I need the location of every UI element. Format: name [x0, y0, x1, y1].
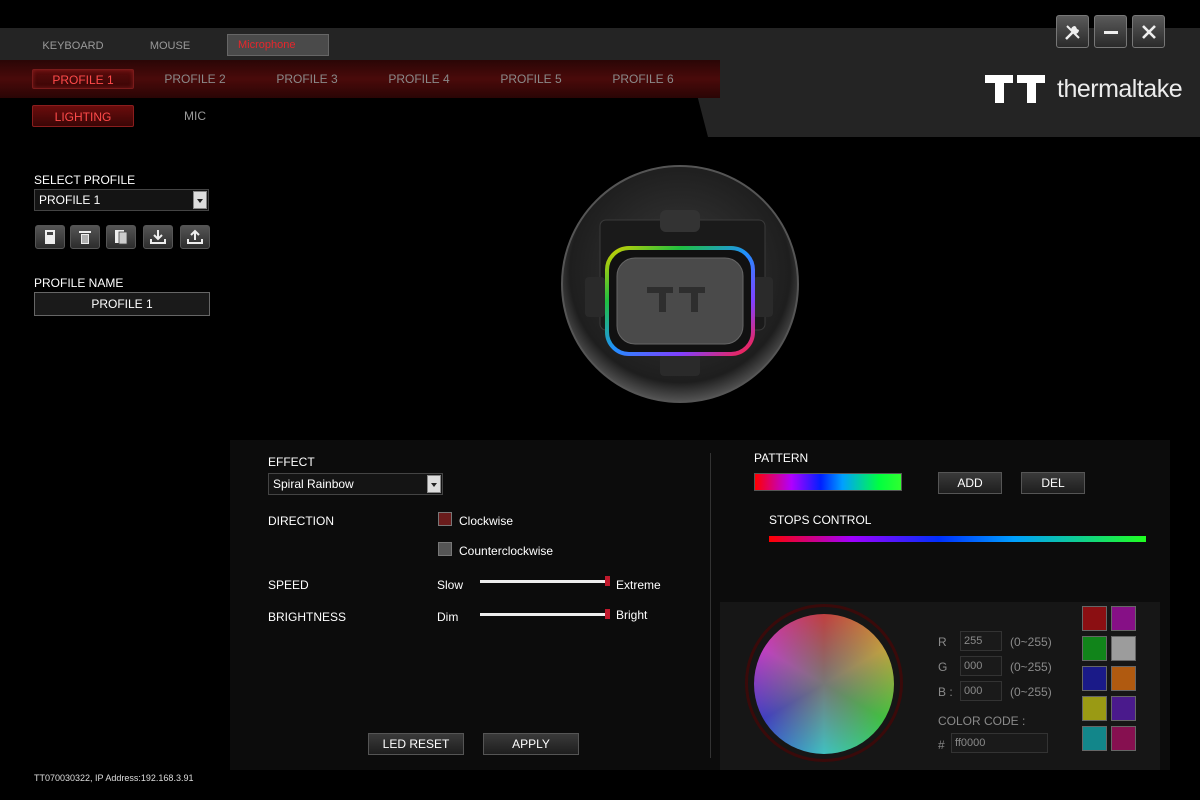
- tab-profile-6[interactable]: PROFILE 6: [598, 69, 688, 89]
- b-range: (0~255): [1010, 685, 1052, 699]
- close-icon: [1141, 24, 1156, 39]
- tab-profile-5[interactable]: PROFILE 5: [486, 69, 576, 89]
- speed-slider-handle[interactable]: [605, 576, 610, 586]
- tt-logo-icon: [985, 75, 1045, 103]
- minimize-icon: [1103, 30, 1118, 34]
- stops-control-bar[interactable]: [769, 536, 1146, 542]
- effect-select-value: Spiral Rainbow: [273, 477, 354, 491]
- chevron-down-icon[interactable]: [193, 191, 207, 209]
- delete-icon: [79, 231, 91, 244]
- brand-logo: thermaltake: [985, 74, 1183, 104]
- delete-stop-button[interactable]: DEL: [1021, 472, 1085, 494]
- microphone-preview: [561, 165, 799, 403]
- add-stop-button[interactable]: ADD: [938, 472, 1002, 494]
- speed-label: SPEED: [268, 578, 309, 592]
- led-reset-button[interactable]: LED RESET: [368, 733, 464, 755]
- profile-name-label: PROFILE NAME: [34, 276, 124, 290]
- speed-slider[interactable]: [480, 580, 608, 583]
- brightness-max-label: Bright: [616, 608, 648, 622]
- copy-profile-button[interactable]: [106, 225, 136, 249]
- color-swatch[interactable]: [1082, 696, 1107, 721]
- tab-profile-3[interactable]: PROFILE 3: [262, 69, 352, 89]
- tab-profile-1[interactable]: PROFILE 1: [32, 69, 134, 89]
- g-label: G: [938, 660, 948, 674]
- brightness-label: BRIGHTNESS: [268, 610, 347, 624]
- tab-profile-2[interactable]: PROFILE 2: [150, 69, 240, 89]
- brightness-min-label: Dim: [437, 610, 459, 624]
- color-swatch[interactable]: [1111, 666, 1136, 691]
- import-icon: [150, 230, 166, 244]
- color-swatch[interactable]: [1111, 606, 1136, 631]
- effect-select[interactable]: Spiral Rainbow: [268, 473, 443, 495]
- hash-label: #: [938, 738, 945, 752]
- status-text: TT070030322, IP Address:192.168.3.91: [34, 773, 194, 783]
- delete-profile-button[interactable]: [70, 225, 100, 249]
- save-icon: [45, 230, 55, 244]
- close-button[interactable]: [1132, 15, 1165, 48]
- brand-wordmark: thermaltake: [1057, 74, 1183, 103]
- color-swatch[interactable]: [1082, 636, 1107, 661]
- pattern-gradient[interactable]: [754, 473, 902, 491]
- panel-divider: [710, 453, 711, 758]
- chevron-down-icon[interactable]: [427, 475, 441, 493]
- tab-microphone[interactable]: Microphone: [227, 34, 329, 56]
- tab-mic[interactable]: MIC: [160, 105, 230, 127]
- tab-keyboard[interactable]: KEYBOARD: [35, 36, 111, 56]
- color-swatch[interactable]: [1082, 666, 1107, 691]
- g-input[interactable]: 000: [960, 656, 1002, 676]
- export-profile-button[interactable]: [180, 225, 210, 249]
- color-wheel[interactable]: [754, 614, 894, 754]
- profile-select-value: PROFILE 1: [39, 193, 101, 207]
- tab-lighting[interactable]: LIGHTING: [32, 105, 134, 127]
- color-swatch[interactable]: [1111, 636, 1136, 661]
- tab-profile-4[interactable]: PROFILE 4: [374, 69, 464, 89]
- stops-control-label: STOPS CONTROL: [769, 513, 872, 527]
- brightness-slider-handle[interactable]: [605, 609, 610, 619]
- b-label: B :: [938, 685, 953, 699]
- tab-mouse[interactable]: MOUSE: [140, 36, 200, 56]
- speed-min-label: Slow: [437, 578, 464, 592]
- counterclockwise-label: Counterclockwise: [459, 544, 554, 558]
- copy-icon: [115, 230, 128, 245]
- clockwise-checkbox[interactable]: [438, 512, 452, 526]
- settings-button[interactable]: [1056, 15, 1089, 48]
- brightness-slider[interactable]: [480, 613, 608, 616]
- profile-name-input[interactable]: PROFILE 1: [34, 292, 210, 316]
- color-code-input[interactable]: ff0000: [951, 733, 1048, 753]
- speed-max-label: Extreme: [616, 578, 661, 592]
- r-label: R: [938, 635, 947, 649]
- color-code-label: COLOR CODE :: [938, 714, 1026, 728]
- minimize-button[interactable]: [1094, 15, 1127, 48]
- effect-label: EFFECT: [268, 455, 315, 469]
- save-profile-button[interactable]: [35, 225, 65, 249]
- color-swatch[interactable]: [1111, 696, 1136, 721]
- tools-icon: [1064, 24, 1080, 40]
- import-profile-button[interactable]: [143, 225, 173, 249]
- counterclockwise-checkbox[interactable]: [438, 542, 452, 556]
- g-range: (0~255): [1010, 660, 1052, 674]
- profile-select[interactable]: PROFILE 1: [34, 189, 209, 211]
- clockwise-label: Clockwise: [459, 514, 514, 528]
- r-input[interactable]: 255: [960, 631, 1002, 651]
- export-icon: [187, 229, 203, 244]
- direction-label: DIRECTION: [268, 514, 334, 528]
- b-input[interactable]: 000: [960, 681, 1002, 701]
- color-swatch[interactable]: [1111, 726, 1136, 751]
- apply-button[interactable]: APPLY: [483, 733, 579, 755]
- color-swatch[interactable]: [1082, 606, 1107, 631]
- select-profile-label: SELECT PROFILE: [34, 173, 136, 187]
- color-swatch[interactable]: [1082, 726, 1107, 751]
- r-range: (0~255): [1010, 635, 1052, 649]
- pattern-label: PATTERN: [754, 451, 809, 465]
